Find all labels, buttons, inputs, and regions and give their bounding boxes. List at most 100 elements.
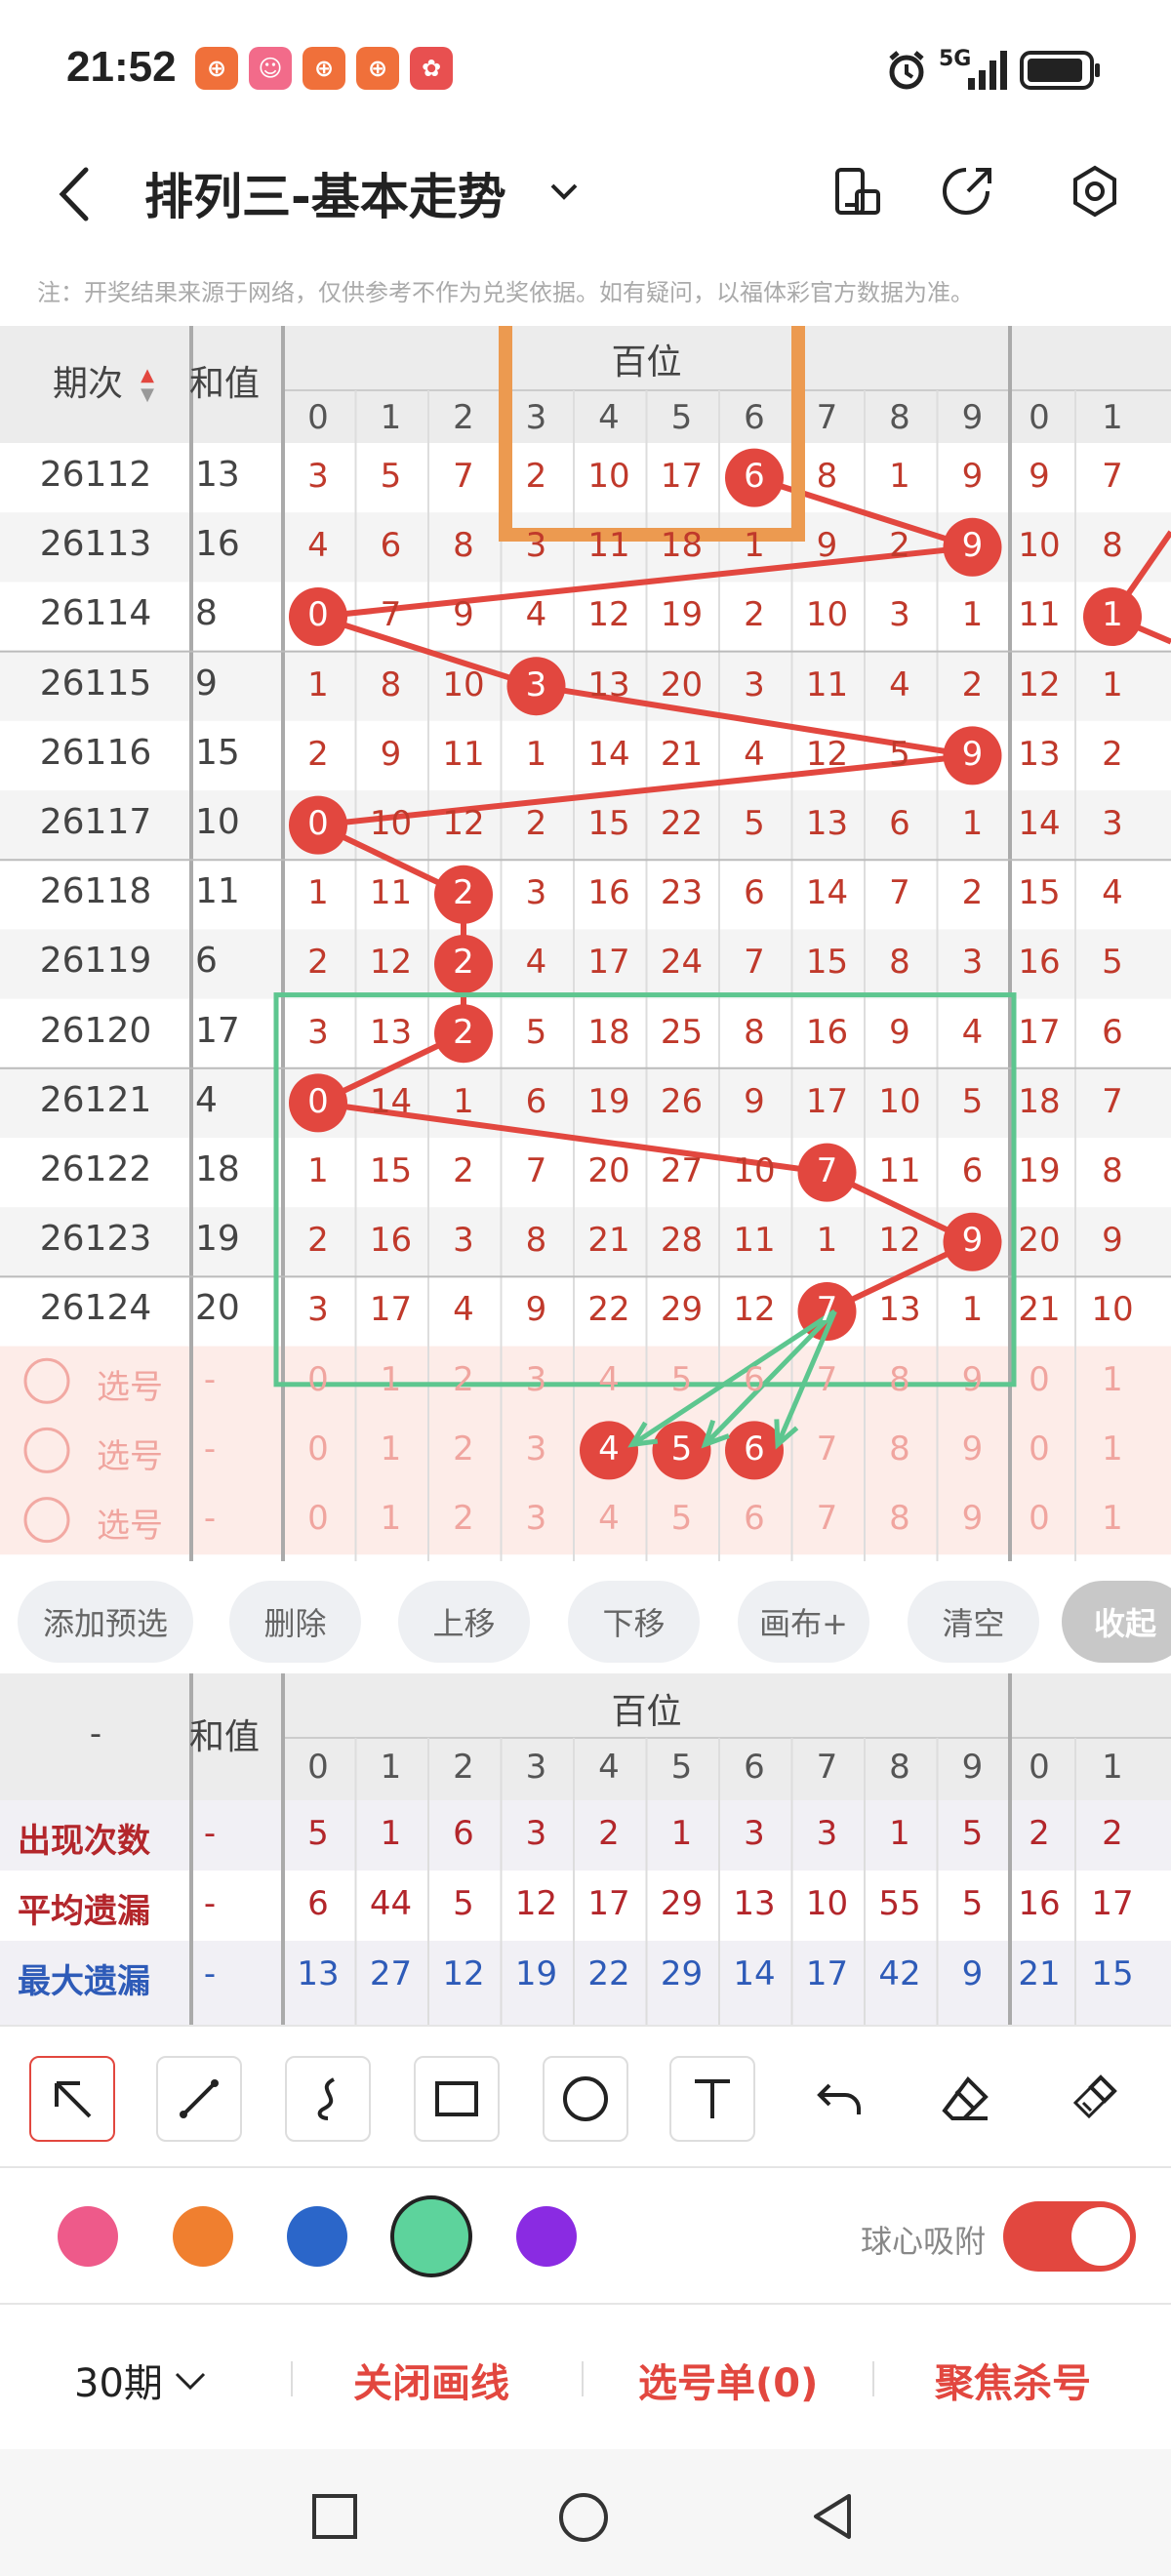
omission-cell[interactable]: 10 [573, 457, 645, 496]
omission-cell[interactable]: 1 [791, 1221, 864, 1260]
omission-cell[interactable]: 9 [501, 1290, 573, 1329]
trend-chart[interactable]: 期次 ▲ ▼ 和值 百位 0 1 2 3 4 5 6 7 8 9 0 1 26112 13 3 5 7 2 10 17 6 8 1 9 9… [0, 326, 1171, 1561]
omission-cell[interactable]: 6 [355, 526, 427, 565]
omission-cell[interactable]: 8 [718, 1013, 790, 1052]
omission-cell[interactable]: 2 [937, 873, 1009, 912]
omission-cell[interactable]: 9 [1076, 1221, 1149, 1260]
omission-cell[interactable]: 4 [501, 943, 573, 982]
omission-cell[interactable]: 1 [282, 665, 354, 704]
omission-cell[interactable]: 2 [501, 457, 573, 496]
omission-cell[interactable]: 29 [646, 1290, 718, 1329]
pick-number[interactable]: 1 [1076, 1499, 1149, 1538]
omission-cell[interactable]: 3 [282, 1290, 354, 1329]
picked-number[interactable]: 6 [718, 1429, 790, 1469]
omission-cell[interactable]: 1 [427, 1082, 500, 1121]
omission-cell[interactable]: 19 [1003, 1151, 1075, 1190]
omission-cell[interactable]: 1 [282, 873, 354, 912]
picked-number[interactable]: 4 [573, 1429, 645, 1469]
omission-cell[interactable]: 10 [864, 1082, 936, 1121]
omission-cell[interactable]: 3 [937, 943, 1009, 982]
omission-cell[interactable]: 3 [282, 457, 354, 496]
color-swatch[interactable] [287, 2206, 347, 2267]
pick-number[interactable]: 0 [282, 1360, 354, 1399]
omission-cell[interactable]: 10 [791, 595, 864, 634]
period-selector[interactable]: 30期 [74, 2352, 210, 2408]
omission-cell[interactable]: 12 [864, 1221, 936, 1260]
omission-cell[interactable]: 25 [646, 1013, 718, 1052]
omission-cell[interactable]: 20 [573, 1151, 645, 1190]
pick-number[interactable]: 8 [864, 1429, 936, 1469]
move-up-button[interactable]: 上移 [398, 1581, 530, 1663]
omission-cell[interactable]: 10 [1003, 526, 1075, 565]
pick-number[interactable]: 6 [718, 1499, 790, 1538]
omission-cell[interactable]: 8 [1076, 1151, 1149, 1190]
pick-number[interactable]: 3 [501, 1360, 573, 1399]
omission-cell[interactable]: 7 [501, 1151, 573, 1190]
omission-cell[interactable]: 22 [573, 1290, 645, 1329]
omission-cell[interactable]: 4 [282, 526, 354, 565]
omission-cell[interactable]: 4 [718, 735, 790, 774]
omission-cell[interactable]: 3 [501, 526, 573, 565]
omission-cell[interactable]: 3 [501, 873, 573, 912]
omission-cell[interactable]: 20 [646, 665, 718, 704]
color-swatch[interactable] [58, 2206, 118, 2267]
omission-cell[interactable]: 9 [427, 595, 500, 634]
omission-cell[interactable]: 28 [646, 1221, 718, 1260]
pick-label[interactable]: 选号 [86, 1360, 174, 1408]
omission-cell[interactable]: 7 [1076, 457, 1149, 496]
omission-cell[interactable]: 12 [573, 595, 645, 634]
omission-cell[interactable]: 17 [355, 1290, 427, 1329]
pick-list-button[interactable]: 选号单(0) [638, 2352, 818, 2408]
eraser-icon[interactable] [923, 2056, 1009, 2142]
omission-cell[interactable]: 16 [573, 873, 645, 912]
add-preselect-button[interactable]: 添加预选 [18, 1581, 193, 1663]
pick-number[interactable]: 0 [1003, 1499, 1075, 1538]
omission-cell[interactable]: 14 [355, 1082, 427, 1121]
hit-number[interactable]: 2 [427, 873, 500, 912]
line-tool-icon[interactable] [156, 2056, 242, 2142]
pick-number[interactable]: 9 [937, 1499, 1009, 1538]
omission-cell[interactable]: 14 [573, 735, 645, 774]
omission-cell[interactable]: 2 [501, 804, 573, 843]
color-swatch[interactable] [173, 2206, 233, 2267]
snap-toggle[interactable] [1003, 2201, 1136, 2272]
hit-number[interactable]: 2 [427, 1013, 500, 1052]
hit-number[interactable]: 6 [718, 457, 790, 496]
pick-number[interactable]: 9 [937, 1429, 1009, 1469]
omission-cell[interactable]: 9 [937, 457, 1009, 496]
omission-cell[interactable]: 7 [1076, 1082, 1149, 1121]
omission-cell[interactable]: 18 [573, 1013, 645, 1052]
pick-number[interactable]: 0 [282, 1429, 354, 1469]
undo-icon[interactable] [796, 2056, 882, 2142]
collapse-button[interactable]: 收起 [1062, 1581, 1171, 1663]
pick-number[interactable]: 2 [427, 1360, 500, 1399]
omission-cell[interactable]: 16 [1003, 943, 1075, 982]
omission-cell[interactable]: 10 [718, 1151, 790, 1190]
omission-cell[interactable]: 4 [501, 595, 573, 634]
hit-number[interactable]: 9 [937, 526, 1009, 565]
omission-cell[interactable]: 2 [282, 1221, 354, 1260]
omission-cell[interactable]: 1 [1076, 665, 1149, 704]
pick-number[interactable]: 1 [355, 1499, 427, 1538]
omission-cell[interactable]: 12 [791, 735, 864, 774]
omission-cell[interactable]: 1 [501, 735, 573, 774]
recent-apps-icon[interactable] [308, 2490, 361, 2547]
pick-number[interactable]: 5 [646, 1499, 718, 1538]
omission-cell[interactable]: 2 [282, 943, 354, 982]
hit-number[interactable]: 0 [282, 595, 354, 634]
omission-cell[interactable]: 6 [718, 873, 790, 912]
omission-cell[interactable]: 10 [1076, 1290, 1149, 1329]
omission-cell[interactable]: 3 [718, 665, 790, 704]
omission-cell[interactable]: 8 [791, 457, 864, 496]
hit-number[interactable]: 0 [282, 804, 354, 843]
omission-cell[interactable]: 13 [355, 1013, 427, 1052]
omission-cell[interactable]: 8 [501, 1221, 573, 1260]
omission-cell[interactable]: 1 [937, 1290, 1009, 1329]
pick-number[interactable]: 1 [1076, 1360, 1149, 1399]
omission-cell[interactable]: 24 [646, 943, 718, 982]
omission-cell[interactable]: 12 [355, 943, 427, 982]
omission-cell[interactable]: 11 [864, 1151, 936, 1190]
pick-number[interactable]: 8 [864, 1360, 936, 1399]
omission-cell[interactable]: 5 [718, 804, 790, 843]
omission-cell[interactable]: 3 [427, 1221, 500, 1260]
